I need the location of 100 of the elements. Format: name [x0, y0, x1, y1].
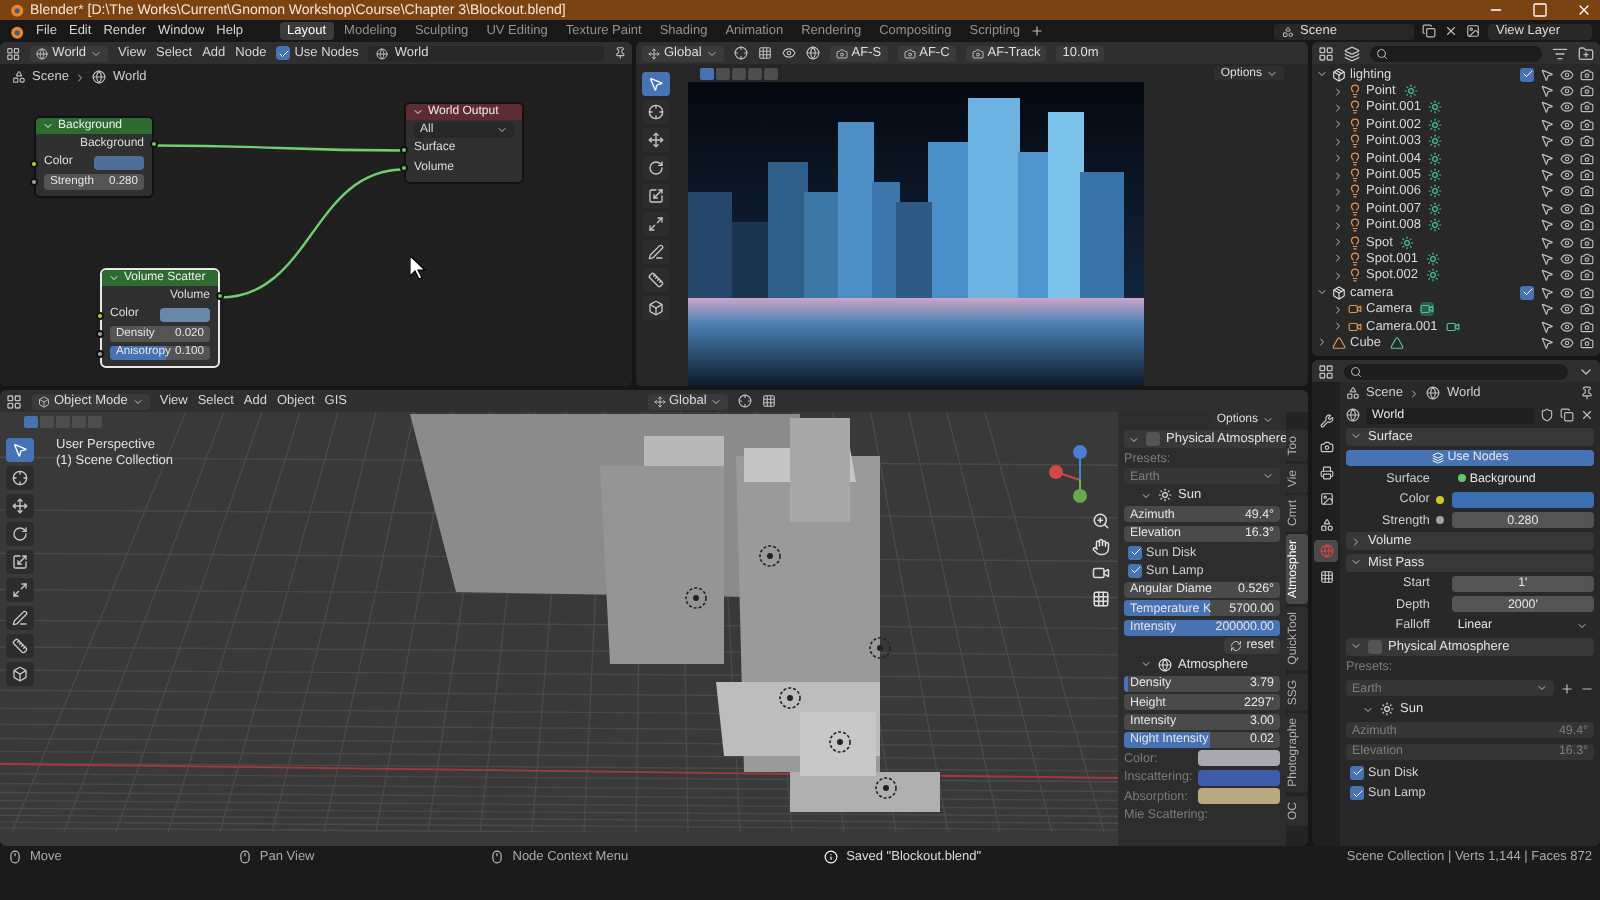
pivot-icon[interactable]: [738, 394, 753, 408]
camera-icon[interactable]: [1580, 201, 1594, 216]
tool-button[interactable]: [642, 296, 670, 320]
eye-icon[interactable]: [781, 46, 796, 60]
eye-icon[interactable]: [1560, 117, 1574, 132]
checkbox[interactable]: [1350, 786, 1364, 801]
tool-button[interactable]: [6, 606, 34, 630]
tool-button[interactable]: [642, 100, 670, 124]
pin-icon[interactable]: [1580, 386, 1594, 400]
hand-icon[interactable]: [1092, 538, 1110, 556]
checkbox[interactable]: [1128, 545, 1142, 560]
tool-button[interactable]: [642, 72, 670, 96]
color-swatch[interactable]: [1197, 788, 1280, 805]
camera-icon[interactable]: [1580, 84, 1594, 99]
tool-button[interactable]: [6, 494, 34, 518]
eye-icon[interactable]: [1560, 319, 1574, 334]
display-mode-icon[interactable]: [1344, 45, 1360, 61]
close-icon[interactable]: [1444, 24, 1458, 38]
camera-icon[interactable]: [1580, 251, 1594, 266]
tool-button[interactable]: [6, 466, 34, 490]
camera-icon[interactable]: [1580, 335, 1594, 350]
camera-icon[interactable]: [1580, 184, 1594, 199]
eye-icon[interactable]: [1560, 67, 1574, 82]
eye-icon[interactable]: [1560, 134, 1574, 149]
camera-icon[interactable]: [1580, 67, 1594, 82]
eye-icon[interactable]: [1560, 302, 1574, 317]
color-swatch[interactable]: [1197, 769, 1280, 786]
eye-icon[interactable]: [1560, 218, 1574, 233]
tool-button[interactable]: [6, 522, 34, 546]
camera-icon[interactable]: [1580, 319, 1594, 334]
pivot-icon[interactable]: [733, 46, 748, 60]
maximize-icon[interactable]: [1532, 2, 1548, 18]
editor-type-icon[interactable]: [1318, 363, 1334, 379]
tool-button[interactable]: [6, 634, 34, 658]
camera-icon[interactable]: [1580, 168, 1594, 183]
checkbox[interactable]: [1128, 563, 1142, 578]
editor-type-icon[interactable]: [6, 45, 21, 61]
add-icon[interactable]: [1560, 681, 1574, 696]
grid-icon[interactable]: [1092, 590, 1110, 608]
checkbox[interactable]: [1368, 639, 1382, 654]
editor-type-icon[interactable]: [1318, 45, 1334, 61]
filter-icon[interactable]: [1552, 45, 1568, 61]
light-data-icon: [1400, 235, 1415, 250]
eye-icon[interactable]: [1560, 151, 1574, 166]
tool-button[interactable]: [6, 578, 34, 602]
shield-icon[interactable]: [1540, 408, 1554, 422]
copy-icon[interactable]: [1560, 408, 1574, 422]
eye-icon[interactable]: [1560, 100, 1574, 115]
add-icon[interactable]: [1030, 24, 1045, 38]
eye-icon[interactable]: [1560, 168, 1574, 183]
search-field[interactable]: [1344, 363, 1568, 379]
snap-icon[interactable]: [757, 46, 772, 60]
collection-checkbox[interactable]: [1520, 285, 1534, 300]
zoom-icon[interactable]: [1092, 512, 1110, 530]
video-camera-icon[interactable]: [1092, 564, 1110, 582]
color-swatch[interactable]: [1197, 750, 1280, 767]
eye-icon[interactable]: [1560, 251, 1574, 266]
eye-icon[interactable]: [1560, 268, 1574, 283]
color-swatch[interactable]: [160, 307, 210, 322]
tool-button[interactable]: [642, 156, 670, 180]
new-collection-icon[interactable]: [1578, 45, 1594, 61]
camera-icon[interactable]: [1580, 151, 1594, 166]
snap-icon[interactable]: [762, 394, 777, 408]
shading-icon[interactable]: [805, 46, 820, 60]
camera-icon[interactable]: [1580, 117, 1594, 132]
pin-icon[interactable]: [613, 46, 627, 60]
camera-icon[interactable]: [1580, 268, 1594, 283]
close-icon[interactable]: [1580, 408, 1594, 422]
collection-checkbox[interactable]: [1520, 67, 1534, 82]
camera-icon[interactable]: [1580, 285, 1594, 300]
eye-icon[interactable]: [1560, 335, 1574, 350]
tool-button[interactable]: [642, 240, 670, 264]
search-field[interactable]: [1370, 45, 1542, 61]
checkbox[interactable]: [276, 46, 291, 60]
eye-icon[interactable]: [1560, 84, 1574, 99]
camera-icon[interactable]: [1580, 218, 1594, 233]
tool-button[interactable]: [642, 184, 670, 208]
color-swatch[interactable]: [1451, 491, 1594, 508]
tool-button[interactable]: [642, 128, 670, 152]
eye-icon[interactable]: [1560, 184, 1574, 199]
editor-type-icon[interactable]: [6, 393, 22, 409]
camera-icon[interactable]: [1580, 100, 1594, 115]
camera-icon[interactable]: [1580, 134, 1594, 149]
eye-icon[interactable]: [1560, 201, 1574, 216]
color-swatch[interactable]: [94, 155, 144, 170]
tool-button[interactable]: [642, 212, 670, 236]
eye-icon[interactable]: [1560, 285, 1574, 300]
tool-button[interactable]: [6, 662, 34, 686]
printer-icon: [1319, 466, 1333, 480]
camera-icon[interactable]: [1580, 302, 1594, 317]
checkbox[interactable]: [1350, 765, 1364, 780]
copy-icon[interactable]: [1422, 24, 1436, 38]
camera-icon[interactable]: [1580, 235, 1594, 250]
globe-icon[interactable]: [1346, 408, 1360, 422]
checkbox[interactable]: [1146, 432, 1160, 447]
axis-gizmo-icon[interactable]: [1049, 445, 1087, 503]
tool-button[interactable]: [6, 438, 34, 462]
eye-icon[interactable]: [1560, 235, 1574, 250]
tool-button[interactable]: [642, 268, 670, 292]
tool-button[interactable]: [6, 550, 34, 574]
